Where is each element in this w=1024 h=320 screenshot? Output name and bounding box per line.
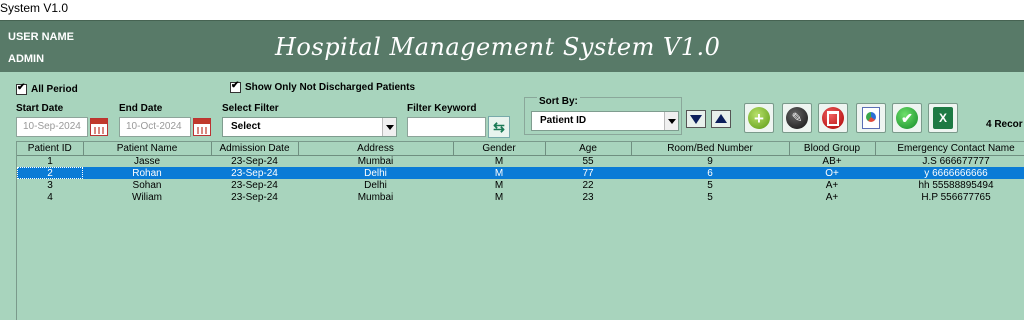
records-count: 4 Recor [986, 119, 1023, 130]
column-header[interactable]: Gender [453, 142, 546, 156]
sort-by-value: Patient ID [540, 115, 587, 126]
filter-keyword-input[interactable] [407, 117, 486, 137]
column-header[interactable]: Room/Bed Number [631, 142, 790, 156]
table-header-row: Patient ID Patient Name Admission Date A… [17, 142, 1024, 156]
checkbox-check-icon [230, 80, 241, 93]
page-title: Hospital Management System V1.0 [275, 33, 721, 61]
cell-room-bed: 5 [707, 191, 713, 203]
filter-keyword-label: Filter Keyword [407, 103, 477, 114]
column-header[interactable]: Patient Name [83, 142, 212, 156]
cell-gender: M [494, 155, 504, 167]
confirm-button[interactable]: ✔ [892, 103, 922, 133]
window-titlebar: System V1.0 [0, 0, 1024, 20]
cell-address: Delhi [364, 179, 387, 191]
start-date-label: Start Date [16, 103, 64, 114]
cell-age: 55 [582, 155, 594, 167]
cell-room-bed: 5 [707, 179, 713, 191]
column-header[interactable]: Patient ID [17, 142, 84, 156]
table-row[interactable]: 1 Jasse 23-Sep-24 Mumbai M 55 9 AB+ J.S … [17, 155, 1024, 167]
delete-patient-button[interactable] [818, 103, 848, 133]
calendar-icon[interactable] [90, 118, 108, 136]
column-header[interactable]: Blood Group [789, 142, 876, 156]
sort-by-dropdown[interactable]: Patient ID [531, 111, 679, 131]
all-period-label: All Period [31, 84, 78, 95]
end-date-label: End Date [119, 103, 163, 114]
chevron-down-icon[interactable] [664, 112, 678, 130]
cell-patient-id: 1 [47, 155, 53, 167]
cell-blood-group: A+ [825, 179, 839, 191]
chevron-down-icon[interactable] [382, 118, 396, 136]
not-discharged-checkbox[interactable]: Show Only Not Discharged Patients [230, 80, 416, 93]
cell-patient-id: 3 [47, 179, 53, 191]
cell-admission-date: 23-Sep-24 [231, 179, 278, 191]
export-excel-button[interactable]: X [928, 103, 958, 133]
sort-ascending-button[interactable] [711, 110, 731, 128]
cell-patient-name: Wiliam [132, 191, 162, 203]
cell-gender: M [494, 191, 504, 203]
cell-blood-group: A+ [825, 191, 839, 203]
not-discharged-label: Show Only Not Discharged Patients [245, 82, 416, 93]
cell-room-bed: 9 [707, 155, 713, 167]
cell-gender: M [453, 167, 545, 179]
report-icon [862, 107, 880, 129]
calendar-icon[interactable] [193, 118, 211, 136]
cell-address: Mumbai [357, 191, 394, 203]
window-title: System V1.0 [0, 1, 69, 15]
cell-blood-group: O+ [789, 167, 875, 179]
cell-emergency-contact: J.S 666677777 [922, 155, 990, 167]
cell-blood-group: AB+ [822, 155, 842, 167]
cell-admission-date: 23-Sep-24 [231, 191, 278, 203]
cell-age: 22 [582, 179, 594, 191]
table-row-selected[interactable]: 2 Rohan 23-Sep-24 Delhi M 77 6 O+ y 6666… [17, 167, 1024, 179]
cell-address: Delhi [298, 167, 453, 179]
select-filter-label: Select Filter [222, 103, 279, 114]
user-name-value: ADMIN [8, 53, 45, 65]
select-filter-value: Select [231, 121, 261, 132]
cell-room-bed: 6 [631, 167, 789, 179]
cell-admission-date: 23-Sep-24 [231, 155, 278, 167]
cell-patient-name: Sohan [132, 179, 162, 191]
user-name-label: USER NAME [8, 31, 75, 43]
cell-admission-date: 23-Sep-24 [211, 167, 298, 179]
table-row[interactable]: 4 Wiliam 23-Sep-24 Mumbai M 23 5 A+ H.P … [17, 191, 1024, 203]
sort-descending-button[interactable] [686, 110, 706, 128]
add-patient-button[interactable]: + [744, 103, 774, 133]
refresh-button[interactable]: ⇆ [488, 116, 510, 138]
select-filter-dropdown[interactable]: Select [222, 117, 397, 137]
cell-emergency-contact: hh 55588895494 [918, 179, 994, 191]
end-date-field[interactable]: 10-Oct-2024 [119, 117, 191, 137]
report-button[interactable] [856, 103, 886, 133]
table-row[interactable]: 3 Sohan 23-Sep-24 Delhi M 22 5 A+ hh 555… [17, 179, 1024, 191]
cell-gender: M [494, 179, 504, 191]
cell-age: 23 [582, 191, 594, 203]
app-header: USER NAME ADMIN Hospital Management Syst… [0, 20, 1024, 72]
column-header[interactable]: Emergency Contact Name [875, 142, 1024, 156]
cell-age: 77 [545, 167, 631, 179]
refresh-icon: ⇆ [493, 118, 505, 135]
column-header[interactable]: Address [298, 142, 454, 156]
cell-patient-name: Jasse [133, 155, 161, 167]
excel-icon: X [933, 107, 953, 129]
cell-address: Mumbai [357, 155, 394, 167]
edit-icon: ✎ [786, 107, 808, 129]
column-header[interactable]: Age [545, 142, 632, 156]
checkbox-check-icon [16, 82, 27, 95]
add-icon: + [748, 107, 770, 129]
delete-icon [822, 107, 844, 129]
start-date-field[interactable]: 10-Sep-2024 [16, 117, 88, 137]
cell-emergency-contact: y 6666666666 [875, 167, 1024, 179]
all-period-checkbox[interactable]: All Period [16, 82, 78, 95]
cell-emergency-contact: H.P 556677765 [921, 191, 991, 203]
column-header[interactable]: Admission Date [211, 142, 299, 156]
edit-patient-button[interactable]: ✎ [782, 103, 812, 133]
cell-patient-id: 2 [17, 167, 83, 179]
patient-table[interactable]: Patient ID Patient Name Admission Date A… [16, 141, 1024, 320]
confirm-icon: ✔ [896, 107, 918, 129]
cell-patient-name: Rohan [83, 167, 211, 179]
cell-patient-id: 4 [47, 191, 53, 203]
sort-by-label: Sort By: [537, 96, 580, 107]
